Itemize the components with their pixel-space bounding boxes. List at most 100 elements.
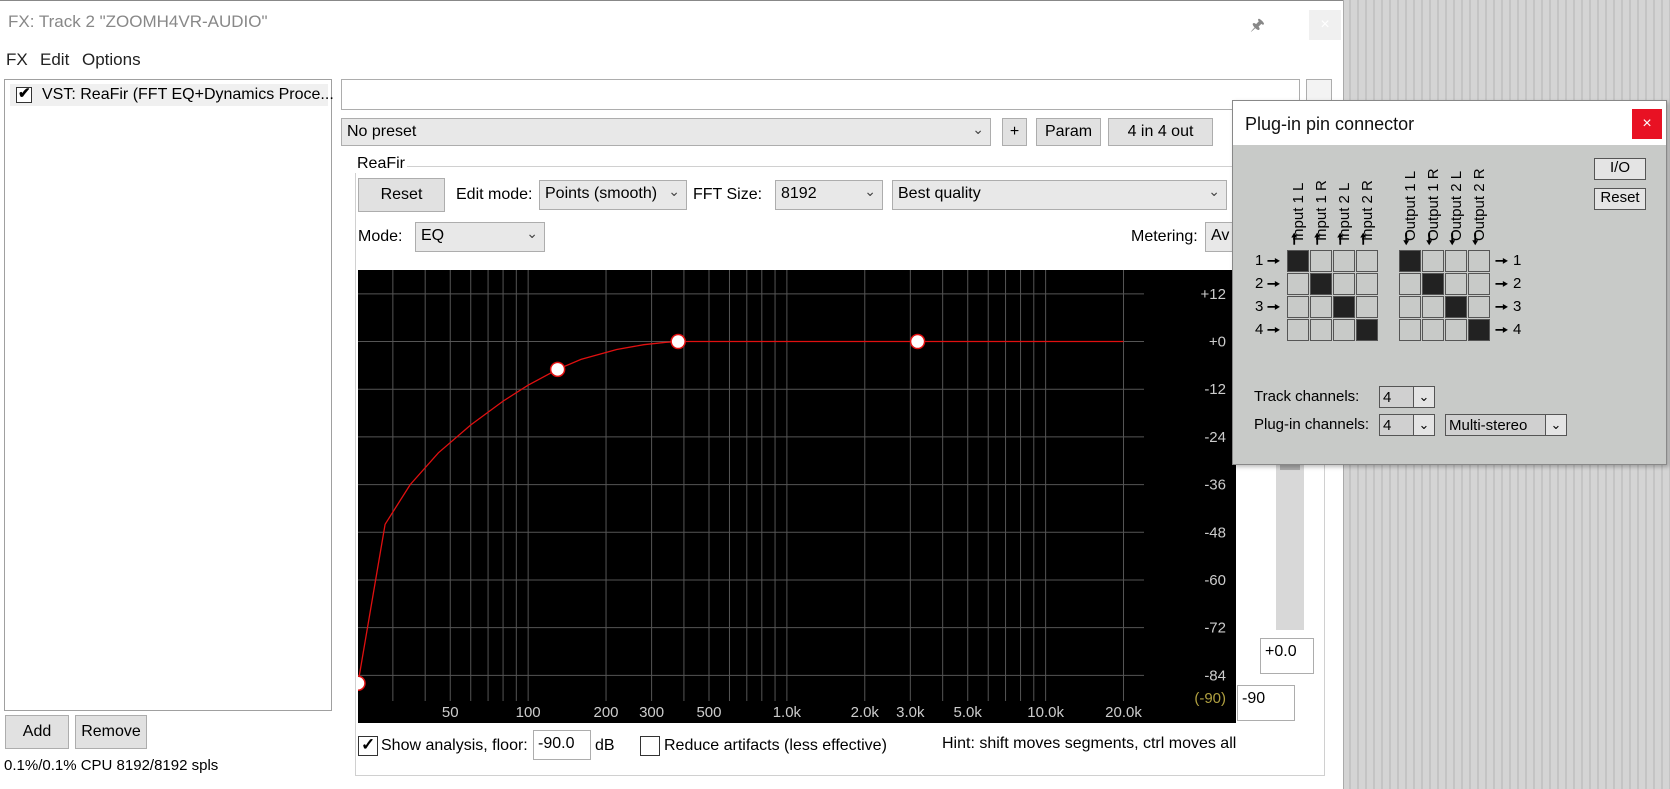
param-button[interactable]: Param bbox=[1036, 118, 1101, 146]
eq-curve bbox=[357, 340, 1124, 684]
pin-io-button[interactable]: I/O bbox=[1594, 158, 1646, 180]
input-pin-label: Input 2 L bbox=[1336, 182, 1353, 241]
input-pin-cell[interactable] bbox=[1356, 296, 1378, 318]
pin-row-label: 3 bbox=[1255, 298, 1264, 315]
gain-value-box[interactable]: +0.0 bbox=[1260, 638, 1314, 674]
output-pin-cell[interactable] bbox=[1422, 319, 1444, 341]
y-tick-label: -84 bbox=[1204, 667, 1226, 684]
preset-name-field[interactable] bbox=[341, 79, 1300, 110]
output-pin-cell[interactable] bbox=[1445, 273, 1467, 295]
y-tick-label: -24 bbox=[1204, 429, 1226, 446]
input-pin-cell[interactable] bbox=[1287, 296, 1309, 318]
eq-point[interactable] bbox=[909, 333, 926, 350]
eq-point[interactable] bbox=[670, 333, 686, 350]
fx-chain-list[interactable]: ✔ VST: ReaFir (FFT EQ+Dynamics Proce... bbox=[4, 79, 334, 711]
output-pin-cell[interactable] bbox=[1468, 250, 1490, 272]
input-pin-cell[interactable] bbox=[1333, 273, 1355, 295]
channel-mode-select[interactable]: Multi-stereo ⌄ bbox=[1445, 414, 1567, 436]
floor-value-box[interactable]: -90 bbox=[1237, 685, 1295, 721]
input-pin-cell[interactable] bbox=[1287, 273, 1309, 295]
input-pin-cell[interactable] bbox=[1333, 319, 1355, 341]
window-title: FX: Track 2 "ZOOMH4VR-AUDIO" bbox=[8, 12, 268, 31]
plugin-channels-value: 4 bbox=[1383, 417, 1392, 434]
edit-mode-value: Points (smooth) bbox=[545, 185, 658, 202]
pin-row-label: 1 bbox=[1513, 252, 1522, 269]
x-tick-label: 200 bbox=[594, 704, 619, 721]
output-pin-cell[interactable] bbox=[1422, 296, 1444, 318]
remove-fx-button[interactable]: Remove bbox=[75, 715, 147, 749]
input-pin-cell[interactable] bbox=[1310, 296, 1332, 318]
output-pin-label: Output 2 R bbox=[1471, 168, 1488, 241]
output-pin-cell[interactable] bbox=[1399, 319, 1421, 341]
output-pin-cell[interactable] bbox=[1399, 273, 1421, 295]
mode-select[interactable]: EQ ⌄ bbox=[415, 222, 545, 252]
arrow-right-icon: 🠖 bbox=[1267, 276, 1281, 293]
pin-title-bar[interactable]: Plug-in pin connector × bbox=[1233, 101, 1666, 145]
input-pin-cell[interactable] bbox=[1310, 273, 1332, 295]
pin-connector-dialog: Plug-in pin connector × I/O Reset Track … bbox=[1232, 100, 1667, 465]
output-pin-label: Output 1 L bbox=[1402, 170, 1419, 241]
preset-select[interactable]: No preset ⌄ bbox=[341, 118, 991, 146]
fx-window: FX: Track 2 "ZOOMH4VR-AUDIO" 🖈 × FX Edit… bbox=[0, 0, 1344, 789]
checkmark-icon: ✓ bbox=[361, 735, 376, 754]
pin-row-label: 4 bbox=[1513, 321, 1522, 338]
pin-window-icon[interactable]: 🖈 bbox=[1250, 14, 1265, 41]
x-tick-label: 10.0k bbox=[1027, 704, 1064, 721]
quality-select[interactable]: Best quality ⌄ bbox=[892, 180, 1227, 210]
menu-edit[interactable]: Edit bbox=[40, 50, 69, 70]
fft-size-select[interactable]: 8192 ⌄ bbox=[775, 180, 883, 210]
fx-chain-item[interactable]: ✔ VST: ReaFir (FFT EQ+Dynamics Proce... bbox=[10, 84, 334, 106]
pin-reset-button[interactable]: Reset bbox=[1594, 188, 1646, 210]
analysis-floor-input[interactable]: -90.0 bbox=[533, 730, 591, 760]
io-routing-button[interactable]: 4 in 4 out bbox=[1108, 118, 1213, 146]
x-tick-label: 300 bbox=[639, 704, 664, 721]
edit-mode-select[interactable]: Points (smooth) ⌄ bbox=[539, 180, 687, 210]
menu-options[interactable]: Options bbox=[82, 50, 141, 70]
input-pin-label: Input 2 R bbox=[1359, 180, 1376, 241]
plugin-channels-select[interactable]: 4 ⌄ bbox=[1379, 414, 1435, 436]
input-pin-cell[interactable] bbox=[1356, 250, 1378, 272]
eq-graph-svg[interactable]: +12 +0 -12 -24 -36 -48 -60 -72 -84 (-90) 50 100 200 3… bbox=[350, 270, 1236, 723]
reduce-artifacts-label: Reduce artifacts (less effective) bbox=[664, 737, 887, 754]
output-pin-cell[interactable] bbox=[1445, 296, 1467, 318]
output-pin-cell[interactable] bbox=[1445, 250, 1467, 272]
fx-enable-checkbox[interactable]: ✔ bbox=[16, 85, 32, 103]
output-pin-cell[interactable] bbox=[1422, 273, 1444, 295]
output-pin-cell[interactable] bbox=[1468, 296, 1490, 318]
eq-point[interactable] bbox=[350, 675, 366, 692]
output-pin-cell[interactable] bbox=[1399, 296, 1421, 318]
output-pin-cell[interactable] bbox=[1468, 273, 1490, 295]
output-pin-cell[interactable] bbox=[1422, 250, 1444, 272]
input-pin-cell[interactable] bbox=[1310, 319, 1332, 341]
chevron-down-icon: ⌄ bbox=[1208, 183, 1220, 199]
menu-fx[interactable]: FX bbox=[6, 50, 28, 70]
reafir-reset-button[interactable]: Reset bbox=[358, 178, 445, 212]
chevron-down-icon: ⌄ bbox=[1545, 415, 1566, 435]
input-pin-cell[interactable] bbox=[1333, 296, 1355, 318]
arrow-right-icon: 🠖 bbox=[1267, 299, 1281, 316]
x-tick-label: 20.0k bbox=[1105, 704, 1142, 721]
output-pin-cell[interactable] bbox=[1445, 319, 1467, 341]
input-pin-cell[interactable] bbox=[1287, 250, 1309, 272]
y-tick-label: -12 bbox=[1204, 381, 1226, 398]
output-pin-cell[interactable] bbox=[1399, 250, 1421, 272]
hint-text: Hint: shift moves segments, ctrl moves a… bbox=[942, 735, 1237, 752]
pin-row-label: 3 bbox=[1513, 298, 1522, 315]
input-pin-cell[interactable] bbox=[1333, 250, 1355, 272]
pin-close-button[interactable]: × bbox=[1632, 109, 1662, 139]
input-pin-cell[interactable] bbox=[1287, 319, 1309, 341]
reduce-artifacts-checkbox[interactable] bbox=[640, 736, 660, 756]
y-tick-label: -60 bbox=[1204, 572, 1226, 589]
input-pin-cell[interactable] bbox=[1310, 250, 1332, 272]
show-analysis-checkbox[interactable]: ✓ bbox=[358, 736, 378, 756]
show-analysis-label: Show analysis, floor: bbox=[381, 737, 528, 754]
input-pin-cell[interactable] bbox=[1356, 273, 1378, 295]
input-pin-cell[interactable] bbox=[1356, 319, 1378, 341]
window-close-button[interactable]: × bbox=[1309, 10, 1341, 40]
eq-graph[interactable]: +12 +0 -12 -24 -36 -48 -60 -72 -84 (-90) 50 100 200 3… bbox=[350, 270, 1236, 723]
track-channels-select[interactable]: 4 ⌄ bbox=[1379, 386, 1435, 408]
eq-point[interactable] bbox=[549, 361, 566, 378]
add-fx-button[interactable]: Add bbox=[5, 715, 69, 749]
output-pin-cell[interactable] bbox=[1468, 319, 1490, 341]
preset-plus-button[interactable]: + bbox=[1002, 118, 1027, 146]
